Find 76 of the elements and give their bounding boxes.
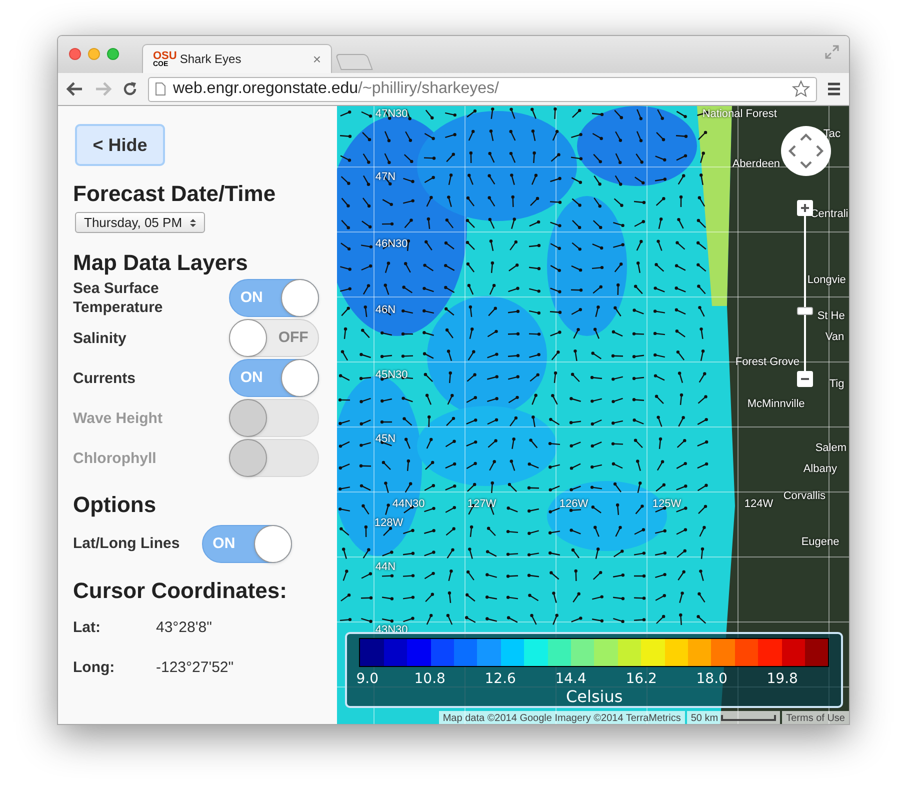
place-label: Van (825, 330, 844, 345)
map-attribution: Map data ©2014 Google Imagery ©2014 TerraMetrics (438, 710, 685, 724)
option-label: Lat/Long Lines (73, 534, 180, 554)
scale-tick-label: 10.8 (414, 670, 446, 689)
longitude-label: 128W (374, 516, 404, 531)
section-heading: Cursor Coordinates: (73, 577, 288, 605)
menu-icon[interactable] (827, 82, 841, 96)
plus-icon (801, 204, 810, 212)
latitude-label: 45N (375, 432, 396, 447)
reload-icon[interactable] (122, 81, 138, 97)
forecast-select[interactable]: Thursday, 05 PM (75, 212, 206, 233)
toggle-state-text: ON (212, 534, 236, 554)
layer-label: Salinity (73, 328, 128, 348)
zoom-out-button[interactable] (797, 371, 814, 387)
layer-label: Sea Surface Temperature (73, 279, 164, 317)
zoom-window-button[interactable] (107, 48, 119, 60)
latitude-label: 44N (375, 560, 396, 575)
map-view[interactable] (337, 106, 849, 724)
tab-close-button[interactable]: × (312, 48, 321, 70)
place-label: Albany (803, 462, 837, 477)
place-label: Corvallis (783, 489, 826, 504)
longitude-label: 125W (652, 497, 682, 512)
latitude-label: 43N30 (375, 623, 408, 638)
toggle-knob (229, 439, 268, 477)
close-window-button[interactable] (69, 48, 81, 60)
map-scale: 50 km (686, 710, 780, 724)
place-label: McMinnville (747, 397, 805, 412)
page-icon (155, 82, 166, 96)
select-arrows-icon (190, 218, 196, 228)
toggle-knob (229, 319, 268, 357)
latitude-label: 45N30 (375, 368, 408, 383)
place-label: Aberdeen (732, 157, 780, 172)
longitude-label: 127W (467, 497, 496, 512)
toggle-knob (281, 359, 320, 397)
toggle-state-text: OFF (278, 328, 308, 348)
back-icon[interactable] (66, 81, 84, 97)
place-label: Forest Grove (735, 355, 800, 370)
place-label: Tac (823, 127, 840, 142)
layer-label: Chlorophyll (73, 448, 158, 468)
toggle-state-text: ON (240, 288, 263, 308)
coordinate-value: -123°27'52" (156, 658, 234, 678)
place-label: Eugene (801, 535, 840, 550)
bookmark-star-icon[interactable] (792, 80, 810, 98)
layer-label: Wave Height (73, 408, 164, 428)
toggle-knob (229, 399, 268, 437)
place-label: Tig (829, 377, 844, 392)
scale-tick-label: 18.0 (696, 670, 728, 689)
latitude-label: 44N30 (392, 497, 425, 512)
toggle-knob (281, 279, 320, 317)
terms-link[interactable]: Terms of Use (782, 710, 849, 724)
address-bar[interactable]: web.engr.oregonstate.edu/~philliry/sharkeyes/ (148, 76, 817, 102)
url-text: web.engr.oregonstate.edu/~philliry/sharkeyes/ (173, 79, 500, 99)
tab-title: Shark Eyes (180, 51, 242, 68)
coordinate-value: 43°28'8" (156, 618, 212, 638)
coordinate-label: Lat: (73, 618, 102, 638)
longitude-label: 124W (744, 497, 774, 512)
place-label: St He (817, 309, 845, 324)
coordinate-label: Long: (73, 658, 116, 678)
latitude-label: 47N (375, 170, 396, 185)
scale-tick-label: 12.6 (484, 670, 516, 689)
scale-tick-label: 14.4 (555, 670, 586, 689)
toggle-knob (254, 525, 292, 563)
toggle-switch[interactable]: OFF (229, 319, 320, 357)
section-heading: Forecast Date/Time (73, 180, 277, 208)
layer-label: Currents (73, 368, 137, 388)
place-label: Longvie (807, 273, 846, 288)
scale-tick-label: 9.0 (356, 670, 378, 689)
scale-tick-label: 19.8 (766, 670, 798, 689)
scale-tick-label: 16.2 (626, 670, 657, 689)
place-label: Salem (815, 441, 847, 456)
section-heading: Map Data Layers (73, 249, 249, 277)
legend-unit: Celsius (564, 688, 624, 706)
longitude-label: 126W (559, 497, 588, 512)
hide-button[interactable]: < Hide (75, 124, 165, 166)
toggle-state-text: ON (240, 368, 263, 388)
section-heading: Options (73, 491, 158, 519)
